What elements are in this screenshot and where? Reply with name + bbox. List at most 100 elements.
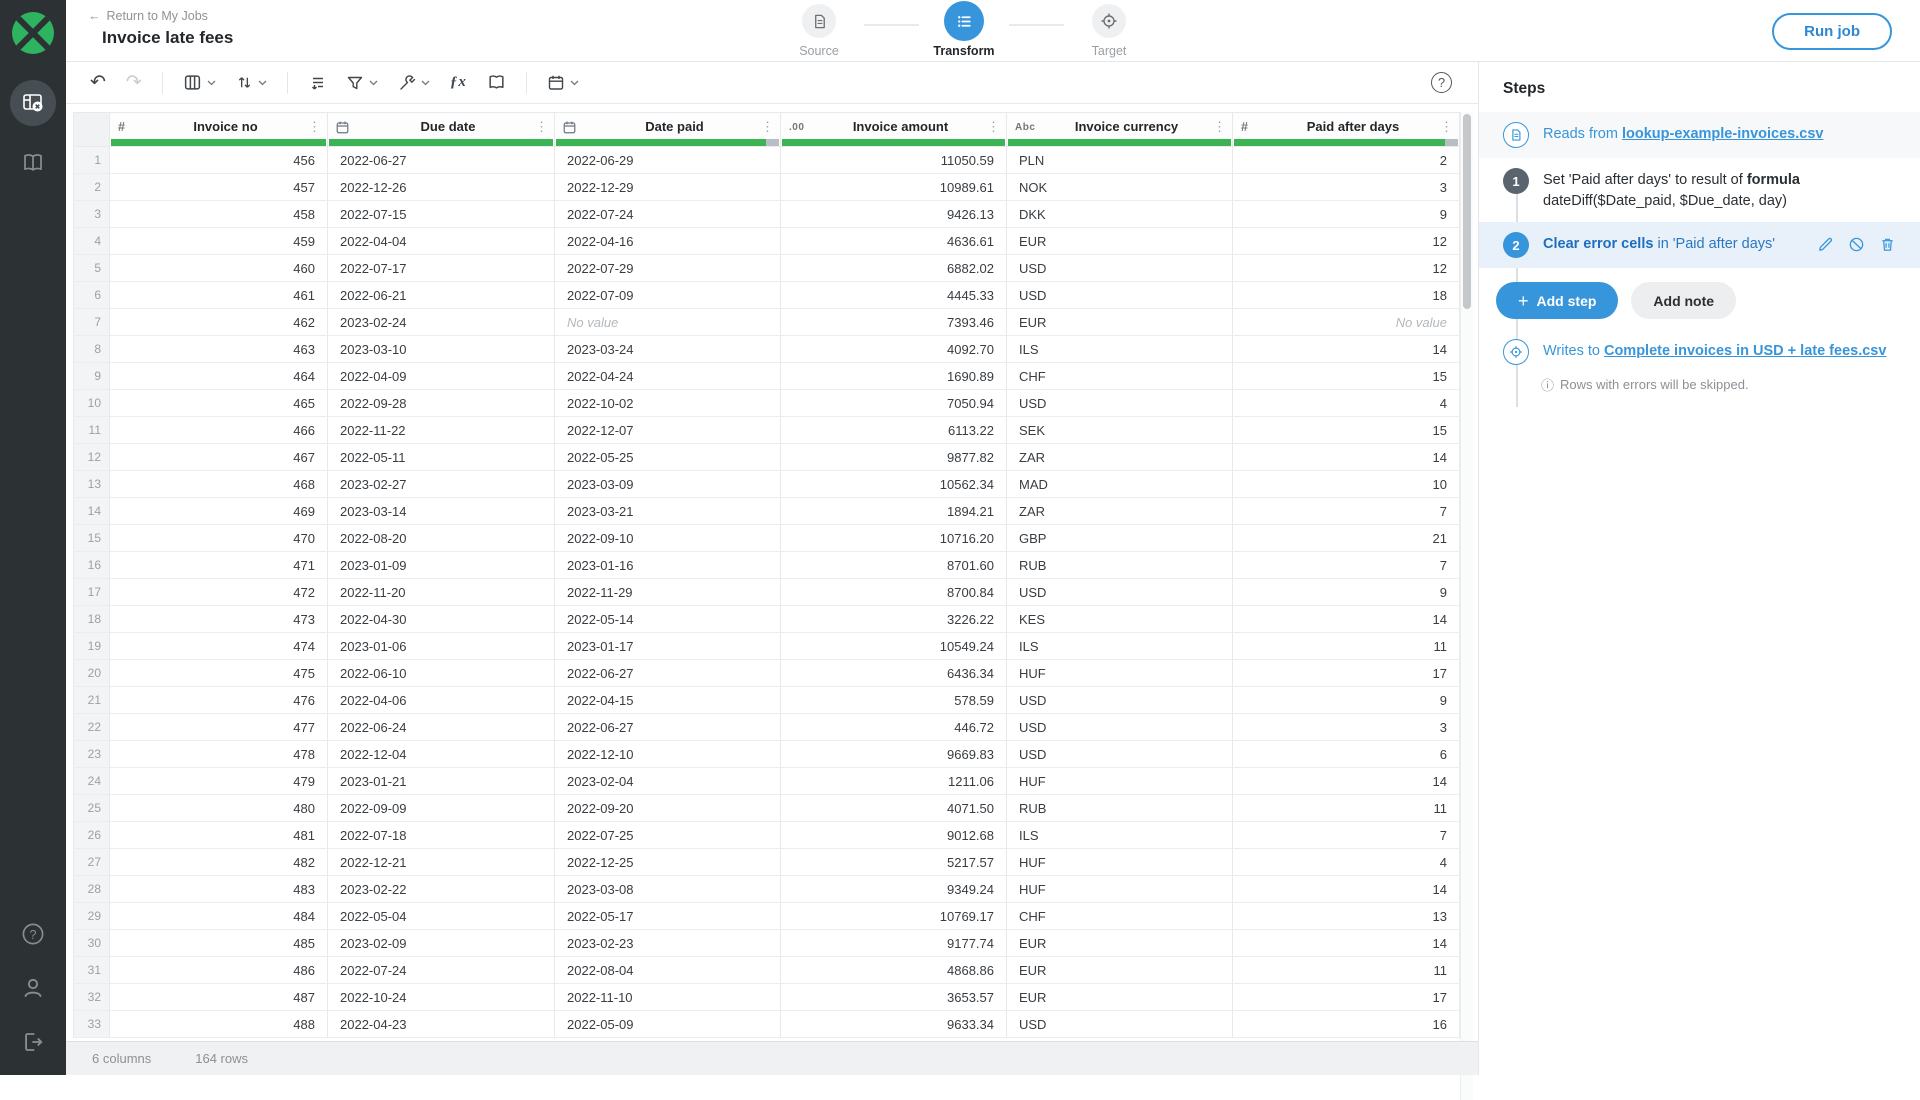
cell[interactable]: 9633.34: [781, 1011, 1007, 1038]
cell[interactable]: 459: [110, 228, 328, 255]
app-logo[interactable]: [0, 0, 66, 66]
stepper-target[interactable]: Target: [1064, 4, 1154, 58]
stepper-transform[interactable]: Transform: [919, 4, 1009, 58]
row-number[interactable]: 15: [73, 525, 110, 552]
cell[interactable]: EUR: [1007, 984, 1233, 1011]
row-number[interactable]: 18: [73, 606, 110, 633]
cell[interactable]: 469: [110, 498, 328, 525]
cell[interactable]: 7: [1233, 552, 1460, 579]
cell[interactable]: 446.72: [781, 714, 1007, 741]
writes-to-step[interactable]: Writes to Complete invoices in USD + lat…: [1479, 335, 1920, 375]
cell[interactable]: 4868.86: [781, 957, 1007, 984]
table-row[interactable]: 104652022-09-282022-10-027050.94USD4: [73, 390, 1460, 417]
cell[interactable]: 2022-04-24: [555, 363, 781, 390]
table-row[interactable]: 284832023-02-222023-03-089349.24HUF14: [73, 876, 1460, 903]
undo-button[interactable]: ↶: [90, 73, 106, 92]
cell[interactable]: 472: [110, 579, 328, 606]
cell[interactable]: 2023-01-17: [555, 633, 781, 660]
cell[interactable]: 2022-04-16: [555, 228, 781, 255]
cell[interactable]: 467: [110, 444, 328, 471]
cell[interactable]: 4445.33: [781, 282, 1007, 309]
cell[interactable]: 2: [1233, 147, 1460, 174]
row-number[interactable]: 3: [73, 201, 110, 228]
sidebar-item-help[interactable]: ?: [10, 911, 56, 957]
row-number[interactable]: 4: [73, 228, 110, 255]
cell[interactable]: RUB: [1007, 795, 1233, 822]
cell[interactable]: 9877.82: [781, 444, 1007, 471]
cell[interactable]: 578.59: [781, 687, 1007, 714]
row-number[interactable]: 25: [73, 795, 110, 822]
table-row[interactable]: 304852023-02-092023-02-239177.74EUR14: [73, 930, 1460, 957]
row-number[interactable]: 24: [73, 768, 110, 795]
table-row[interactable]: 214762022-04-062022-04-15578.59USD9: [73, 687, 1460, 714]
cell[interactable]: ZAR: [1007, 444, 1233, 471]
cell[interactable]: 484: [110, 903, 328, 930]
cell[interactable]: 17: [1233, 984, 1460, 1011]
cell[interactable]: 1690.89: [781, 363, 1007, 390]
cell[interactable]: 460: [110, 255, 328, 282]
cell[interactable]: 2023-02-22: [328, 876, 555, 903]
back-link[interactable]: ← Return to My Jobs: [88, 9, 208, 23]
redo-button[interactable]: ↷: [126, 73, 142, 92]
column-menu-icon[interactable]: ⋮: [760, 118, 774, 136]
cell[interactable]: 10562.34: [781, 471, 1007, 498]
sort-menu-button[interactable]: [236, 74, 267, 91]
column-menu-icon[interactable]: ⋮: [307, 118, 321, 136]
cell[interactable]: 2022-12-10: [555, 741, 781, 768]
table-row[interactable]: 154702022-08-202022-09-1010716.20GBP21: [73, 525, 1460, 552]
table-row[interactable]: 234782022-12-042022-12-109669.83USD6: [73, 741, 1460, 768]
cell[interactable]: 466: [110, 417, 328, 444]
cell[interactable]: 9349.24: [781, 876, 1007, 903]
cell[interactable]: EUR: [1007, 930, 1233, 957]
cell[interactable]: DKK: [1007, 201, 1233, 228]
scrollbar-thumb[interactable]: [1463, 114, 1471, 309]
cell[interactable]: HUF: [1007, 876, 1233, 903]
cell[interactable]: 2022-05-04: [328, 903, 555, 930]
cell[interactable]: 465: [110, 390, 328, 417]
cell[interactable]: 2022-07-24: [328, 957, 555, 984]
cell[interactable]: EUR: [1007, 957, 1233, 984]
cell[interactable]: 2022-05-09: [555, 1011, 781, 1038]
cell[interactable]: 479: [110, 768, 328, 795]
cell[interactable]: 10: [1233, 471, 1460, 498]
cell[interactable]: 2022-06-29: [555, 147, 781, 174]
cell[interactable]: USD: [1007, 741, 1233, 768]
cell[interactable]: 2022-06-27: [328, 147, 555, 174]
columns-menu-button[interactable]: [183, 73, 216, 92]
add-note-button[interactable]: Add note: [1631, 282, 1736, 319]
cell[interactable]: 2022-06-27: [555, 660, 781, 687]
cell[interactable]: 2022-12-21: [328, 849, 555, 876]
row-number[interactable]: 6: [73, 282, 110, 309]
cell[interactable]: 2022-07-25: [555, 822, 781, 849]
reads-from-step[interactable]: Reads from lookup-example-invoices.csv: [1479, 112, 1920, 158]
target-file-link[interactable]: Complete invoices in USD + late fees.csv: [1604, 343, 1886, 359]
cell[interactable]: 14: [1233, 336, 1460, 363]
table-row[interactable]: 54602022-07-172022-07-296882.02USD12: [73, 255, 1460, 282]
sidebar-item-jobs[interactable]: [10, 80, 56, 126]
cell[interactable]: 2023-03-08: [555, 876, 781, 903]
cell[interactable]: USD: [1007, 1011, 1233, 1038]
cell[interactable]: 5217.57: [781, 849, 1007, 876]
table-row[interactable]: 124672022-05-112022-05-259877.82ZAR14: [73, 444, 1460, 471]
cell[interactable]: 2023-01-06: [328, 633, 555, 660]
cell[interactable]: 2023-02-23: [555, 930, 781, 957]
cell[interactable]: 2022-06-21: [328, 282, 555, 309]
cell[interactable]: 10769.17: [781, 903, 1007, 930]
cell[interactable]: 2022-11-20: [328, 579, 555, 606]
row-number[interactable]: 19: [73, 633, 110, 660]
cell[interactable]: 13: [1233, 903, 1460, 930]
row-number[interactable]: 22: [73, 714, 110, 741]
cell[interactable]: 8701.60: [781, 552, 1007, 579]
row-number[interactable]: 27: [73, 849, 110, 876]
cell[interactable]: 468: [110, 471, 328, 498]
row-number[interactable]: 11: [73, 417, 110, 444]
stepper-source[interactable]: Source: [774, 4, 864, 58]
cell[interactable]: 3: [1233, 714, 1460, 741]
step-1[interactable]: 1 Set 'Paid after days' to result of for…: [1479, 158, 1920, 222]
formula-button[interactable]: ƒx: [450, 74, 467, 91]
toolbar-help-button[interactable]: ?: [1431, 72, 1452, 93]
cell[interactable]: USD: [1007, 255, 1233, 282]
cell[interactable]: 9: [1233, 687, 1460, 714]
cell[interactable]: 7393.46: [781, 309, 1007, 336]
cell[interactable]: 4071.50: [781, 795, 1007, 822]
